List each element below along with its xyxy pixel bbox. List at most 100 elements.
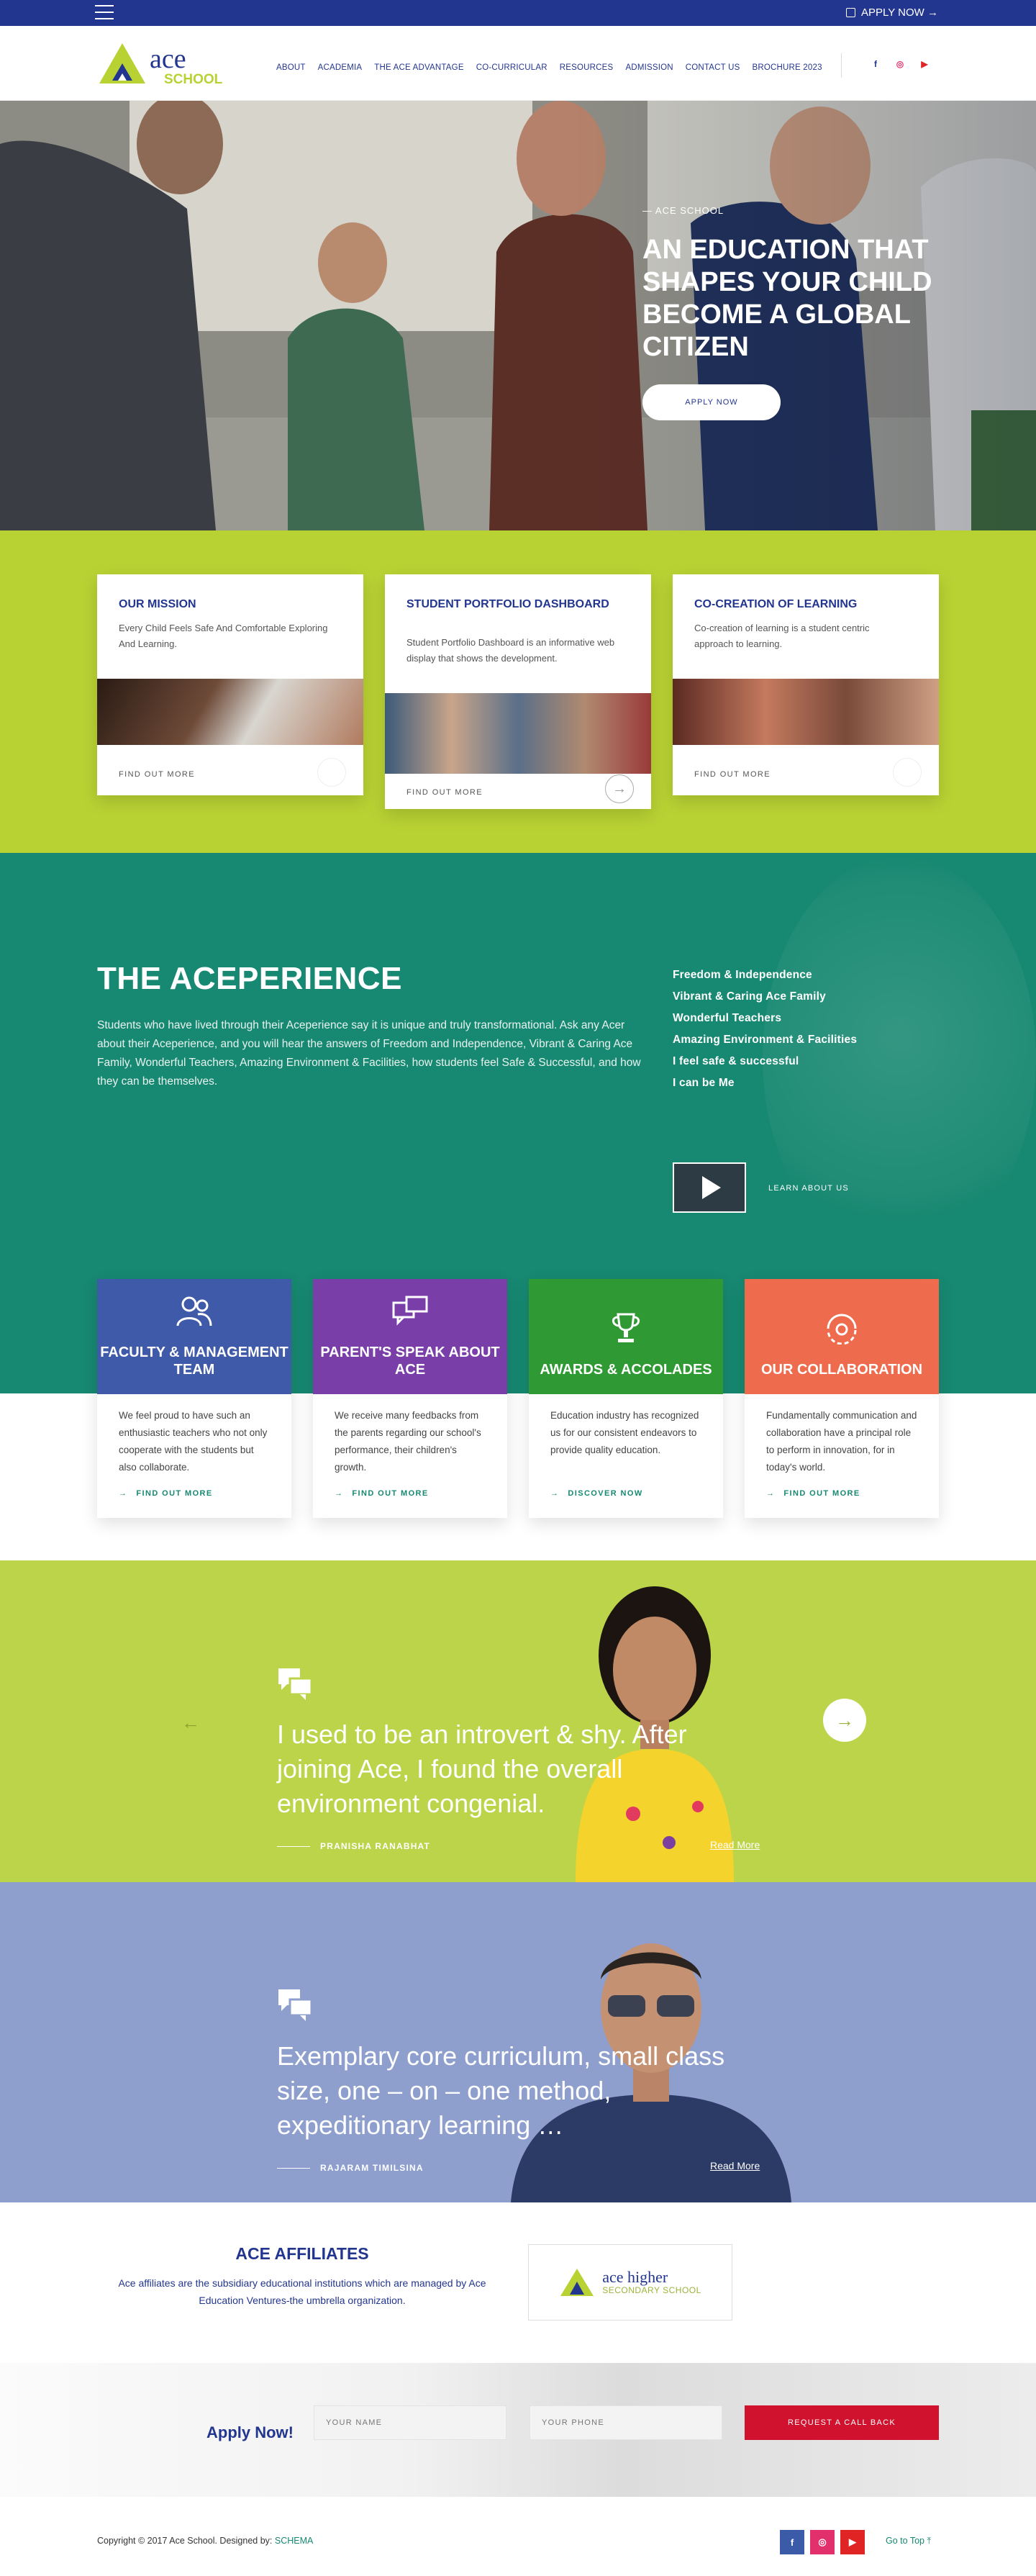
card-link[interactable]: FIND OUT MORE — [406, 788, 483, 797]
facebook-icon[interactable]: f — [869, 58, 882, 71]
link-label: FIND OUT MORE — [136, 1489, 213, 1498]
card-header: AWARDS & ACCOLADES — [529, 1279, 723, 1394]
play-icon — [702, 1176, 721, 1199]
hero-apply-button[interactable]: APPLY NOW — [642, 384, 781, 420]
mission-image — [97, 679, 363, 745]
apply-now-label: APPLY NOW → — [861, 6, 938, 19]
quote-icon — [277, 1667, 314, 1704]
quote-icon — [277, 1988, 314, 2025]
card-link[interactable]: FIND OUT MORE — [694, 770, 771, 779]
read-more-link[interactable]: Read More — [710, 2160, 760, 2171]
affiliate-logo-mark — [560, 2269, 594, 2296]
copyright-text: Copyright © 2017 Ace School. Designed by… — [97, 2536, 273, 2546]
collaboration-card: OUR COLLABORATION Fundamentally communic… — [745, 1279, 939, 1518]
testimonial-quote: I used to be an introvert & shy. After j… — [277, 1719, 687, 1818]
card-title: OUR MISSION — [119, 598, 196, 610]
request-call-back-button[interactable]: REQUEST A CALL BACK — [745, 2405, 939, 2440]
discover-now-link[interactable]: → DISCOVER NOW — [550, 1489, 643, 1498]
nav-ace-advantage[interactable]: THE ACE ADVANTAGE — [374, 63, 463, 72]
hero-tagline: — ACE SCHOOL — [642, 205, 724, 216]
card-title: AWARDS & ACCOLADES — [540, 1362, 712, 1378]
go-to-top-link[interactable]: Go to Top ⤒ — [886, 2536, 931, 2546]
card-text: We feel proud to have such an enthusiast… — [119, 1410, 268, 1473]
card-text: Every Child Feels Safe And Comfortable E… — [119, 623, 328, 649]
find-out-more-link[interactable]: → FIND OUT MORE — [766, 1489, 860, 1498]
faculty-card: FACULTY & MANAGEMENT TEAM We feel proud … — [97, 1279, 291, 1518]
co-creation-card: CO-CREATION OF LEARNING Co-creation of l… — [673, 574, 939, 795]
arrow-right-icon: → — [550, 1489, 560, 1498]
portfolio-card: STUDENT PORTFOLIO DASHBOARD Student Port… — [385, 574, 651, 809]
logo-ace-text: ace — [150, 44, 186, 74]
card-title: STUDENT PORTFOLIO DASHBOARD — [406, 598, 609, 610]
main-nav: ABOUT ACADEMIA THE ACE ADVANTAGE CO-CURR… — [276, 63, 822, 72]
card-link[interactable]: FIND OUT MORE — [119, 770, 195, 779]
prev-arrow-icon[interactable]: ← — [181, 1712, 200, 1734]
card-text: We receive many feedbacks from the paren… — [335, 1410, 481, 1473]
nav-academia[interactable]: ACADEMIA — [318, 63, 363, 72]
collab-icon — [824, 1311, 860, 1352]
find-out-more-link[interactable]: → FIND OUT MORE — [119, 1489, 213, 1498]
arrow-right-icon: → — [119, 1489, 128, 1498]
apply-title: Apply Now! — [206, 2423, 294, 2441]
nav-admission[interactable]: ADMISSION — [625, 63, 673, 72]
card-header: PARENT'S SPEAK ABOUT ACE — [313, 1279, 507, 1394]
learn-about-us-link[interactable]: LEARN ABOUT US — [768, 1184, 849, 1193]
ace-school-logo[interactable]: ace SCHOOL — [96, 40, 224, 88]
top-apply-now-link[interactable]: APPLY NOW → — [846, 6, 938, 19]
list-item: Vibrant & Caring Ace Family — [673, 990, 826, 1003]
nav-about[interactable]: ABOUT — [276, 63, 306, 72]
youtube-icon[interactable]: ▶ — [918, 58, 931, 71]
parents-card: PARENT'S SPEAK ABOUT ACE We receive many… — [313, 1279, 507, 1518]
nav-divider — [841, 53, 842, 78]
facebook-icon[interactable]: f — [780, 2530, 804, 2554]
portfolio-image — [385, 693, 651, 774]
mission-card: OUR MISSION Every Child Feels Safe And C… — [97, 574, 363, 795]
author-name: PRANISHA RANABHAT — [320, 1841, 431, 1851]
co-creation-image — [673, 679, 939, 745]
arrow-right-icon: → — [335, 1489, 344, 1498]
phone-field[interactable] — [530, 2405, 722, 2440]
link-label: DISCOVER NOW — [568, 1489, 643, 1498]
aceperience-list: Freedom & Independence Vibrant & Caring … — [673, 964, 857, 1094]
logo-school-text: SCHOOL — [164, 72, 223, 87]
arrow-right-icon[interactable]: → — [893, 758, 922, 787]
list-item: I can be Me — [673, 1077, 735, 1089]
instagram-icon[interactable]: ◎ — [810, 2530, 835, 2554]
arrow-right-icon[interactable]: → — [317, 758, 346, 787]
calendar-icon — [846, 8, 856, 17]
nav-brochure[interactable]: BROCHURE 2023 — [752, 63, 822, 72]
hamburger-menu-icon[interactable] — [95, 5, 114, 19]
card-header: OUR COLLABORATION — [745, 1279, 939, 1394]
nav-co-curricular[interactable]: CO-CURRICULAR — [476, 63, 547, 72]
divider-line — [277, 2167, 310, 2169]
name-field[interactable] — [314, 2405, 506, 2440]
find-out-more-link[interactable]: → FIND OUT MORE — [335, 1489, 429, 1498]
ace-higher-secondary-logo[interactable]: ace higher SECONDARY SCHOOL — [528, 2244, 732, 2320]
card-title: CO-CREATION OF LEARNING — [694, 598, 858, 610]
trophy-icon — [608, 1311, 644, 1352]
instagram-icon[interactable]: ◎ — [894, 58, 906, 71]
youtube-icon[interactable]: ▶ — [840, 2530, 865, 2554]
hero-title: AN EDUCATION THAT SHAPES YOUR CHILD BECO… — [642, 235, 932, 362]
card-text: Education industry has recognized us for… — [550, 1410, 699, 1455]
aceperience-title: THE ACEPERIENCE — [97, 961, 402, 996]
arrow-right-icon[interactable]: → — [605, 774, 634, 803]
copyright: Copyright © 2017 Ace School. Designed by… — [97, 2536, 313, 2546]
awards-card: AWARDS & ACCOLADES Education industry ha… — [529, 1279, 723, 1518]
divider-line — [277, 1845, 310, 1847]
card-header: FACULTY & MANAGEMENT TEAM — [97, 1279, 291, 1394]
link-label: FIND OUT MORE — [352, 1489, 429, 1498]
card-title: FACULTY & MANAGEMENT TEAM — [100, 1345, 288, 1378]
chat-icon — [392, 1296, 428, 1335]
video-thumbnail[interactable] — [673, 1162, 746, 1213]
testimonial-author: RAJARAM TIMILSINA — [277, 2163, 424, 2173]
nav-resources[interactable]: RESOURCES — [560, 63, 614, 72]
read-more-link[interactable]: Read More — [710, 1839, 760, 1850]
nav-contact-us[interactable]: CONTACT US — [686, 63, 740, 72]
aceperience-text: Students who have lived through their Ac… — [97, 1019, 641, 1088]
card-text: Student Portfolio Dashboard is an inform… — [406, 637, 615, 664]
next-arrow-button[interactable]: → — [823, 1699, 866, 1742]
affiliates-text: Ace affiliates are the subsidiary educat… — [118, 2277, 486, 2306]
affiliates-title: ACE AFFILIATES — [235, 2244, 369, 2263]
designer-link[interactable]: SCHEMA — [275, 2536, 313, 2546]
